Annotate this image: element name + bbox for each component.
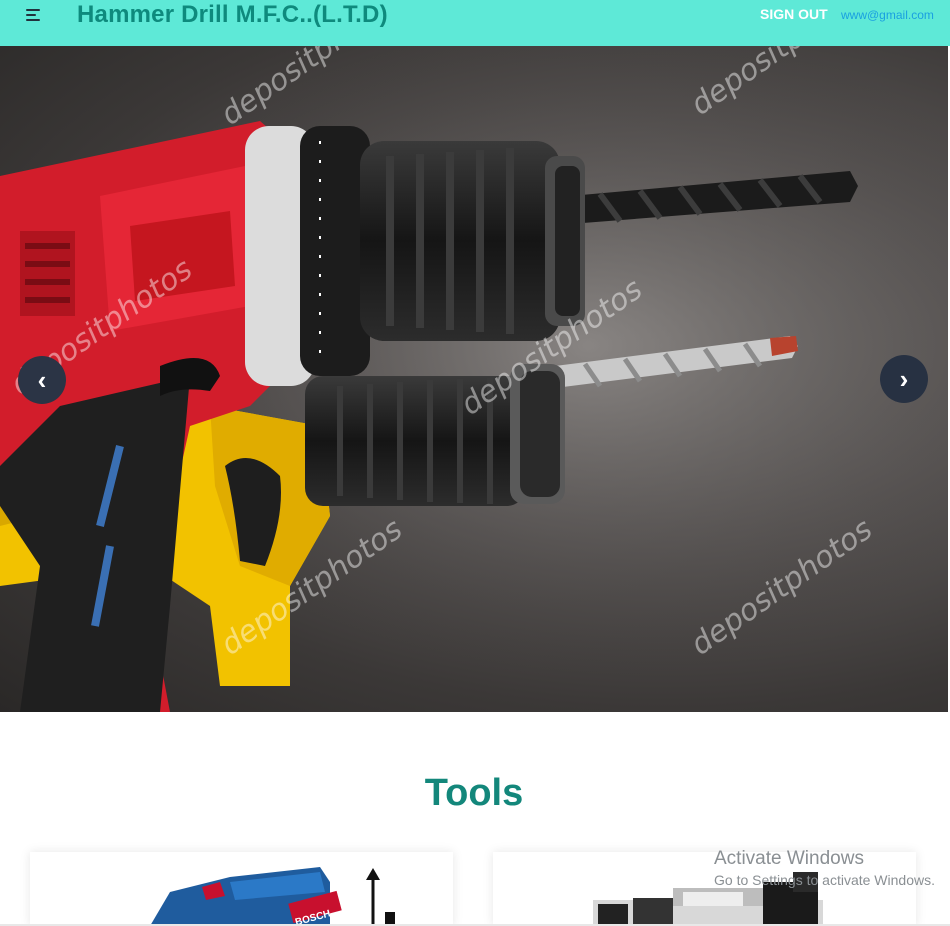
carousel-prev-button[interactable]: ‹ bbox=[18, 356, 66, 404]
tools-heading: Tools bbox=[424, 772, 524, 814]
tool-card[interactable]: BOSCH bbox=[30, 852, 453, 926]
tool-card[interactable] bbox=[493, 852, 916, 926]
brand-title[interactable]: Hammer Drill M.F.C..(L.T.D) bbox=[77, 1, 388, 29]
hero-carousel: depositphotos depositphotos depositphoto… bbox=[0, 46, 948, 712]
email-link[interactable]: www@gmail.com bbox=[841, 8, 934, 22]
sign-out-link[interactable]: SIGN OUT bbox=[760, 6, 828, 22]
bosch-drill-image: BOSCH bbox=[150, 867, 395, 926]
rotary-hammer-image bbox=[593, 872, 823, 926]
drill-photo: depositphotos depositphotos depositphoto… bbox=[0, 46, 948, 712]
menu-icon[interactable] bbox=[26, 9, 42, 21]
carousel-next-button[interactable]: › bbox=[880, 355, 928, 403]
top-navbar: Hammer Drill M.F.C..(L.T.D) SIGN OUT www… bbox=[0, 0, 950, 46]
